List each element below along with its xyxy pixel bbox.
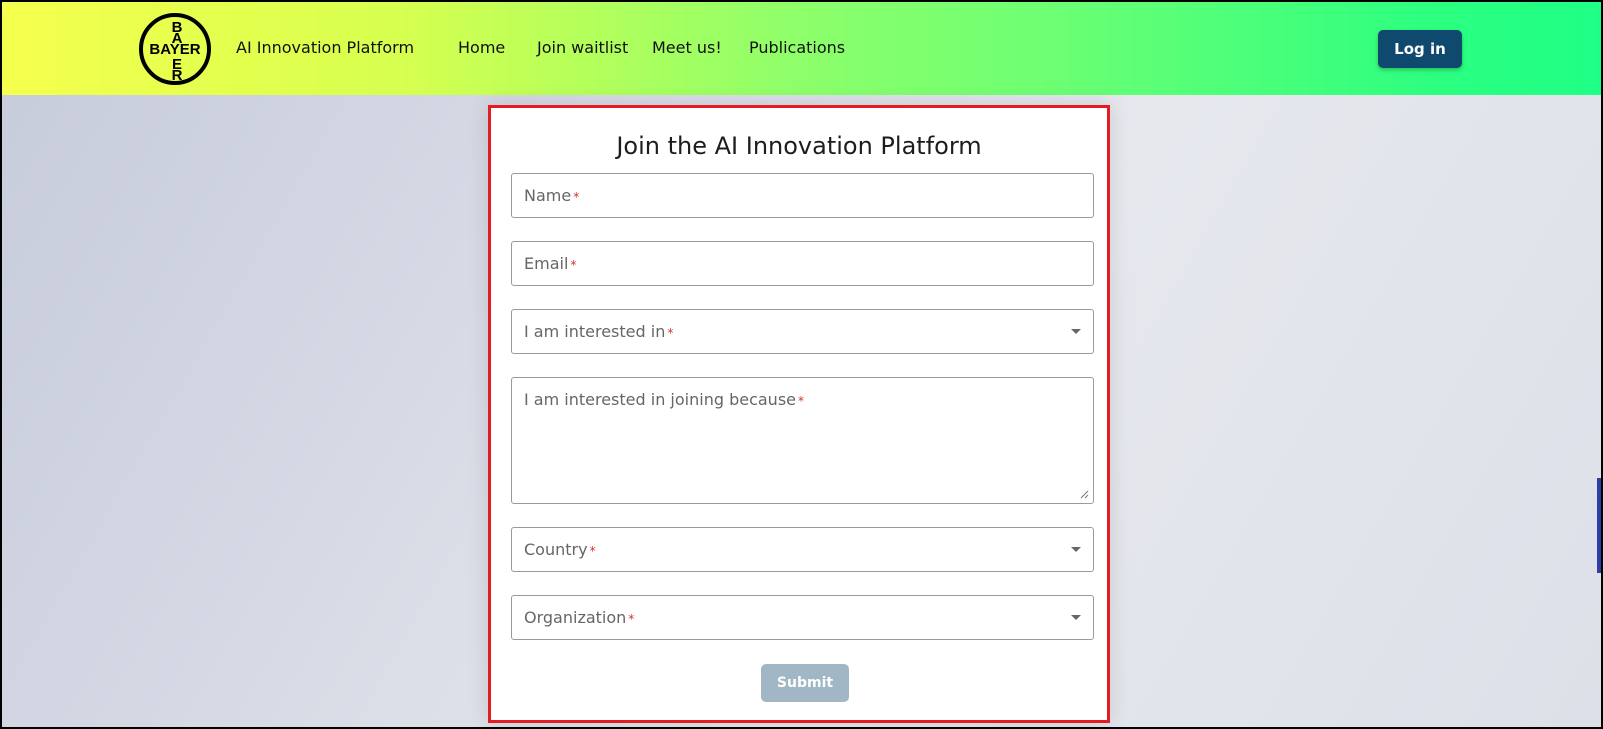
form-title: Join the AI Innovation Platform (616, 132, 982, 160)
chevron-down-icon (1071, 329, 1081, 334)
organization-select-label: Organization * (524, 608, 635, 627)
interest-select-label: I am interested in * (524, 322, 674, 341)
logo-letter-r: R (171, 67, 183, 84)
nav-publications[interactable]: Publications (749, 38, 845, 57)
chevron-down-icon (1071, 547, 1081, 552)
bayer-logo-icon[interactable]: B A BAYER E R (139, 13, 211, 85)
name-field[interactable]: Name * (511, 173, 1094, 218)
nav-meet-us[interactable]: Meet us! (652, 38, 722, 57)
reason-textarea-label: I am interested in joining because * (524, 390, 804, 409)
nav-home[interactable]: Home (458, 38, 505, 57)
scrollbar-thumb[interactable] (1597, 478, 1601, 573)
organization-select[interactable]: Organization * (511, 595, 1094, 640)
submit-button[interactable]: Submit (761, 664, 849, 702)
waitlist-form-card: Join the AI Innovation Platform Name * Em… (488, 105, 1110, 723)
resize-handle-icon[interactable] (1079, 489, 1089, 499)
name-field-label: Name * (524, 186, 580, 205)
brand-name[interactable]: AI Innovation Platform (236, 38, 414, 57)
interest-select[interactable]: I am interested in * (511, 309, 1094, 354)
country-select[interactable]: Country * (511, 527, 1094, 572)
chevron-down-icon (1071, 615, 1081, 620)
page-frame: B A BAYER E R AI Innovation Platform Hom… (0, 0, 1603, 729)
email-field[interactable]: Email * (511, 241, 1094, 286)
top-navbar: B A BAYER E R AI Innovation Platform Hom… (2, 2, 1601, 95)
country-select-label: Country * (524, 540, 596, 559)
reason-textarea[interactable]: I am interested in joining because * (511, 377, 1094, 504)
logo-word-bayer: BAYER (149, 41, 201, 58)
nav-join-waitlist[interactable]: Join waitlist (537, 38, 628, 57)
login-button[interactable]: Log in (1378, 30, 1462, 68)
email-field-label: Email * (524, 254, 577, 273)
